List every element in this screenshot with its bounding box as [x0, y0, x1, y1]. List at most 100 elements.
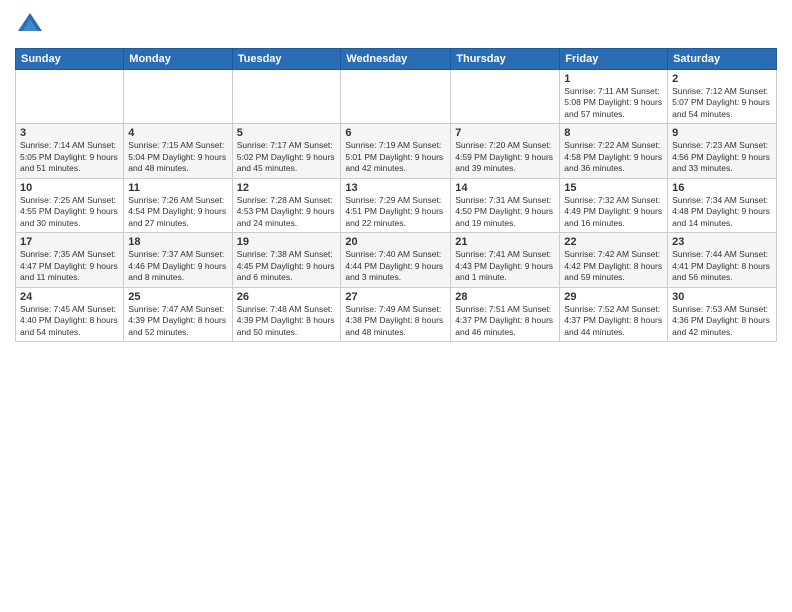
day-cell: 15Sunrise: 7:32 AM Sunset: 4:49 PM Dayli… — [560, 178, 668, 232]
day-info: Sunrise: 7:25 AM Sunset: 4:55 PM Dayligh… — [20, 195, 119, 229]
day-info: Sunrise: 7:49 AM Sunset: 4:38 PM Dayligh… — [345, 304, 446, 338]
day-number: 16 — [672, 182, 772, 194]
day-cell — [341, 70, 451, 124]
day-info: Sunrise: 7:29 AM Sunset: 4:51 PM Dayligh… — [345, 195, 446, 229]
day-header-monday: Monday — [124, 49, 232, 70]
week-row-0: 1Sunrise: 7:11 AM Sunset: 5:08 PM Daylig… — [16, 70, 777, 124]
day-number: 30 — [672, 291, 772, 303]
day-number: 9 — [672, 127, 772, 139]
day-cell — [124, 70, 232, 124]
day-cell: 28Sunrise: 7:51 AM Sunset: 4:37 PM Dayli… — [451, 287, 560, 341]
day-info: Sunrise: 7:19 AM Sunset: 5:01 PM Dayligh… — [345, 140, 446, 174]
week-row-4: 24Sunrise: 7:45 AM Sunset: 4:40 PM Dayli… — [16, 287, 777, 341]
day-header-friday: Friday — [560, 49, 668, 70]
day-info: Sunrise: 7:48 AM Sunset: 4:39 PM Dayligh… — [237, 304, 337, 338]
day-number: 13 — [345, 182, 446, 194]
day-number: 10 — [20, 182, 119, 194]
day-info: Sunrise: 7:44 AM Sunset: 4:41 PM Dayligh… — [672, 249, 772, 283]
day-header-wednesday: Wednesday — [341, 49, 451, 70]
day-info: Sunrise: 7:32 AM Sunset: 4:49 PM Dayligh… — [564, 195, 663, 229]
day-header-saturday: Saturday — [668, 49, 777, 70]
day-cell: 1Sunrise: 7:11 AM Sunset: 5:08 PM Daylig… — [560, 70, 668, 124]
day-info: Sunrise: 7:11 AM Sunset: 5:08 PM Dayligh… — [564, 86, 663, 120]
day-number: 27 — [345, 291, 446, 303]
day-info: Sunrise: 7:34 AM Sunset: 4:48 PM Dayligh… — [672, 195, 772, 229]
day-number: 5 — [237, 127, 337, 139]
day-cell: 22Sunrise: 7:42 AM Sunset: 4:42 PM Dayli… — [560, 233, 668, 287]
logo — [15, 10, 49, 40]
day-number: 15 — [564, 182, 663, 194]
day-info: Sunrise: 7:23 AM Sunset: 4:56 PM Dayligh… — [672, 140, 772, 174]
day-info: Sunrise: 7:51 AM Sunset: 4:37 PM Dayligh… — [455, 304, 555, 338]
day-info: Sunrise: 7:41 AM Sunset: 4:43 PM Dayligh… — [455, 249, 555, 283]
day-cell — [232, 70, 341, 124]
day-number: 6 — [345, 127, 446, 139]
day-number: 20 — [345, 236, 446, 248]
day-cell: 18Sunrise: 7:37 AM Sunset: 4:46 PM Dayli… — [124, 233, 232, 287]
day-cell — [16, 70, 124, 124]
day-cell: 26Sunrise: 7:48 AM Sunset: 4:39 PM Dayli… — [232, 287, 341, 341]
day-info: Sunrise: 7:15 AM Sunset: 5:04 PM Dayligh… — [128, 140, 227, 174]
week-row-2: 10Sunrise: 7:25 AM Sunset: 4:55 PM Dayli… — [16, 178, 777, 232]
day-cell: 12Sunrise: 7:28 AM Sunset: 4:53 PM Dayli… — [232, 178, 341, 232]
day-cell: 10Sunrise: 7:25 AM Sunset: 4:55 PM Dayli… — [16, 178, 124, 232]
day-cell: 9Sunrise: 7:23 AM Sunset: 4:56 PM Daylig… — [668, 124, 777, 178]
day-info: Sunrise: 7:45 AM Sunset: 4:40 PM Dayligh… — [20, 304, 119, 338]
day-cell: 8Sunrise: 7:22 AM Sunset: 4:58 PM Daylig… — [560, 124, 668, 178]
day-info: Sunrise: 7:53 AM Sunset: 4:36 PM Dayligh… — [672, 304, 772, 338]
day-info: Sunrise: 7:31 AM Sunset: 4:50 PM Dayligh… — [455, 195, 555, 229]
day-info: Sunrise: 7:12 AM Sunset: 5:07 PM Dayligh… — [672, 86, 772, 120]
day-info: Sunrise: 7:20 AM Sunset: 4:59 PM Dayligh… — [455, 140, 555, 174]
day-number: 7 — [455, 127, 555, 139]
day-info: Sunrise: 7:28 AM Sunset: 4:53 PM Dayligh… — [237, 195, 337, 229]
day-number: 19 — [237, 236, 337, 248]
day-cell: 21Sunrise: 7:41 AM Sunset: 4:43 PM Dayli… — [451, 233, 560, 287]
day-info: Sunrise: 7:42 AM Sunset: 4:42 PM Dayligh… — [564, 249, 663, 283]
day-cell: 30Sunrise: 7:53 AM Sunset: 4:36 PM Dayli… — [668, 287, 777, 341]
day-header-thursday: Thursday — [451, 49, 560, 70]
day-info: Sunrise: 7:35 AM Sunset: 4:47 PM Dayligh… — [20, 249, 119, 283]
day-number: 3 — [20, 127, 119, 139]
day-info: Sunrise: 7:47 AM Sunset: 4:39 PM Dayligh… — [128, 304, 227, 338]
day-cell: 20Sunrise: 7:40 AM Sunset: 4:44 PM Dayli… — [341, 233, 451, 287]
day-cell: 17Sunrise: 7:35 AM Sunset: 4:47 PM Dayli… — [16, 233, 124, 287]
day-info: Sunrise: 7:26 AM Sunset: 4:54 PM Dayligh… — [128, 195, 227, 229]
day-cell: 27Sunrise: 7:49 AM Sunset: 4:38 PM Dayli… — [341, 287, 451, 341]
header — [15, 10, 777, 40]
day-header-tuesday: Tuesday — [232, 49, 341, 70]
day-number: 14 — [455, 182, 555, 194]
day-number: 29 — [564, 291, 663, 303]
day-info: Sunrise: 7:14 AM Sunset: 5:05 PM Dayligh… — [20, 140, 119, 174]
day-number: 1 — [564, 73, 663, 85]
day-cell: 14Sunrise: 7:31 AM Sunset: 4:50 PM Dayli… — [451, 178, 560, 232]
day-number: 25 — [128, 291, 227, 303]
day-cell: 25Sunrise: 7:47 AM Sunset: 4:39 PM Dayli… — [124, 287, 232, 341]
day-info: Sunrise: 7:22 AM Sunset: 4:58 PM Dayligh… — [564, 140, 663, 174]
day-cell: 7Sunrise: 7:20 AM Sunset: 4:59 PM Daylig… — [451, 124, 560, 178]
day-number: 24 — [20, 291, 119, 303]
day-cell: 29Sunrise: 7:52 AM Sunset: 4:37 PM Dayli… — [560, 287, 668, 341]
day-info: Sunrise: 7:40 AM Sunset: 4:44 PM Dayligh… — [345, 249, 446, 283]
header-row: SundayMondayTuesdayWednesdayThursdayFrid… — [16, 49, 777, 70]
page: SundayMondayTuesdayWednesdayThursdayFrid… — [0, 0, 792, 612]
day-cell: 6Sunrise: 7:19 AM Sunset: 5:01 PM Daylig… — [341, 124, 451, 178]
day-number: 11 — [128, 182, 227, 194]
day-number: 2 — [672, 73, 772, 85]
day-cell: 11Sunrise: 7:26 AM Sunset: 4:54 PM Dayli… — [124, 178, 232, 232]
day-number: 8 — [564, 127, 663, 139]
day-info: Sunrise: 7:37 AM Sunset: 4:46 PM Dayligh… — [128, 249, 227, 283]
day-info: Sunrise: 7:38 AM Sunset: 4:45 PM Dayligh… — [237, 249, 337, 283]
day-cell: 23Sunrise: 7:44 AM Sunset: 4:41 PM Dayli… — [668, 233, 777, 287]
day-number: 17 — [20, 236, 119, 248]
day-number: 26 — [237, 291, 337, 303]
day-number: 23 — [672, 236, 772, 248]
day-cell — [451, 70, 560, 124]
day-number: 18 — [128, 236, 227, 248]
day-cell: 13Sunrise: 7:29 AM Sunset: 4:51 PM Dayli… — [341, 178, 451, 232]
day-cell: 16Sunrise: 7:34 AM Sunset: 4:48 PM Dayli… — [668, 178, 777, 232]
day-header-sunday: Sunday — [16, 49, 124, 70]
day-cell: 24Sunrise: 7:45 AM Sunset: 4:40 PM Dayli… — [16, 287, 124, 341]
day-number: 4 — [128, 127, 227, 139]
day-cell: 19Sunrise: 7:38 AM Sunset: 4:45 PM Dayli… — [232, 233, 341, 287]
day-cell: 5Sunrise: 7:17 AM Sunset: 5:02 PM Daylig… — [232, 124, 341, 178]
